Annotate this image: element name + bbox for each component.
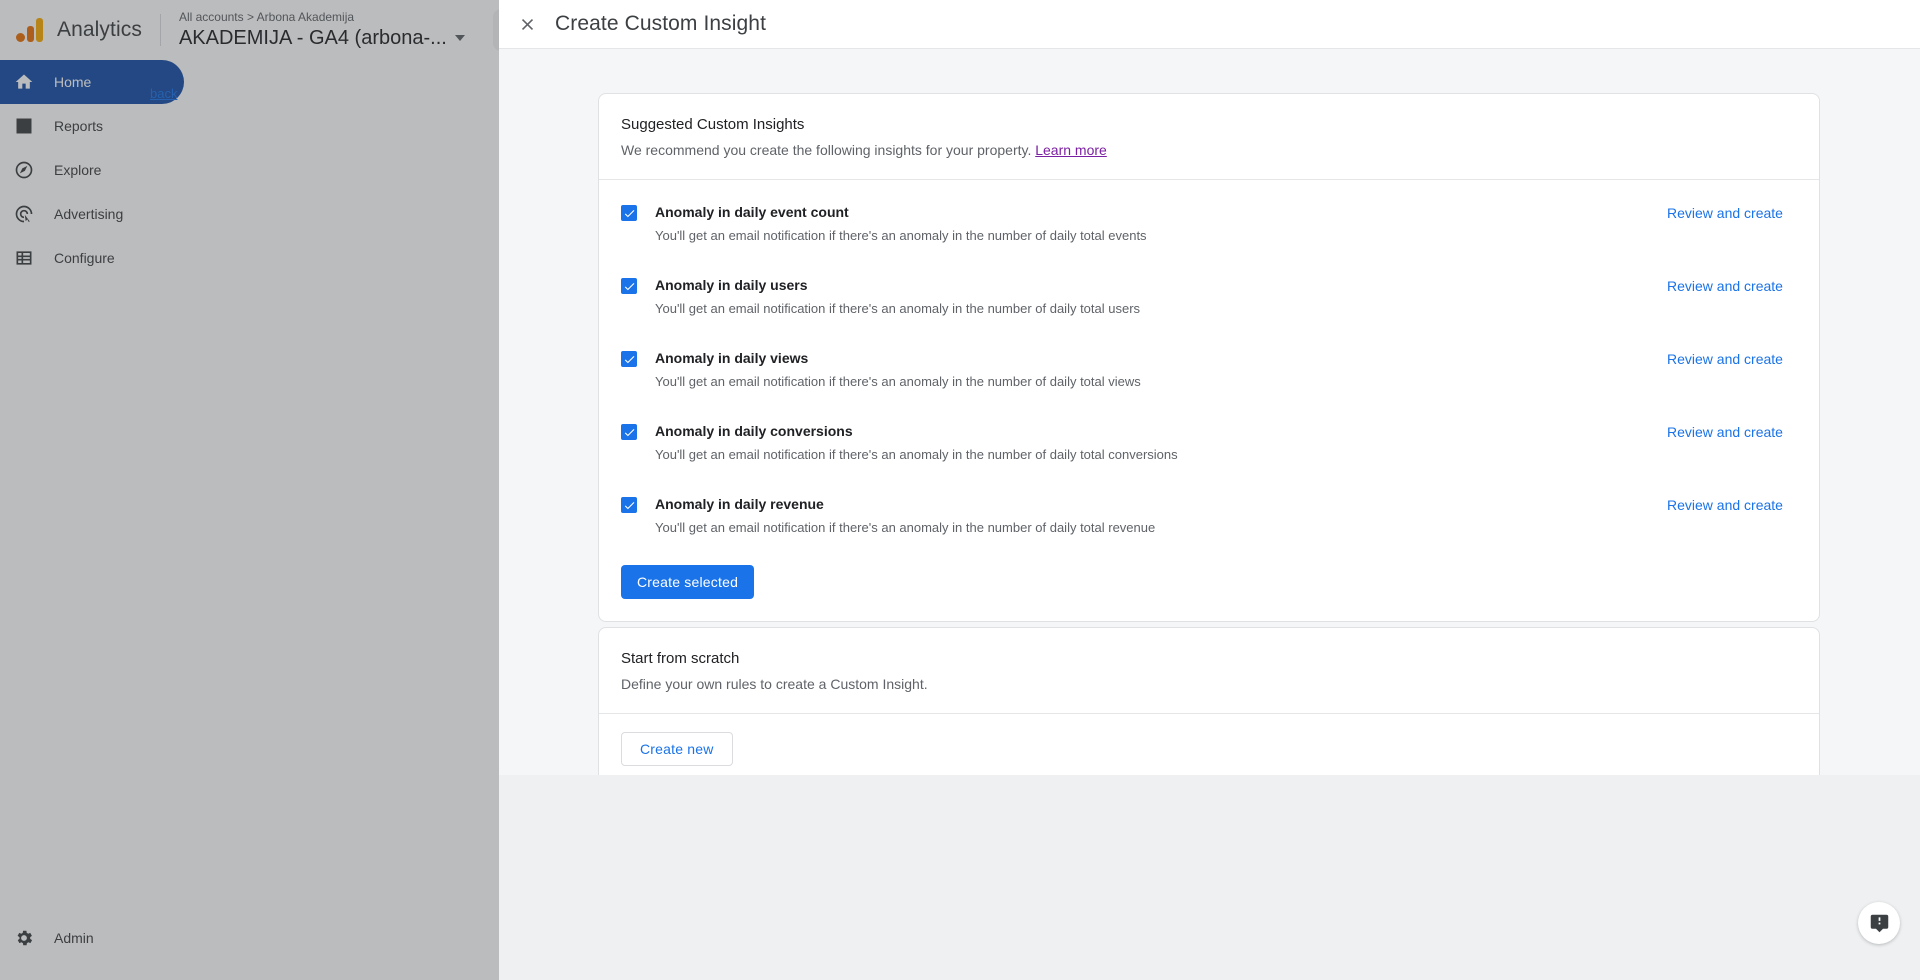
insight-title: Anomaly in daily conversions <box>655 423 853 439</box>
insight-texts: Anomaly in daily users You'll get an ema… <box>655 275 1643 319</box>
suggested-description: We recommend you create the following in… <box>621 139 1797 161</box>
insight-description: You'll get an email notification if ther… <box>655 301 1141 316</box>
insight-description: You'll get an email notification if ther… <box>655 374 1141 389</box>
insight-description: You'll get an email notification if ther… <box>655 520 1156 535</box>
insight-title: Anomaly in daily users <box>655 277 808 293</box>
insight-checkbox[interactable] <box>621 351 637 367</box>
scratch-card-actions: Create new <box>599 714 1819 786</box>
create-selected-button[interactable]: Create selected <box>621 565 755 599</box>
list-item: Anomaly in daily event count You'll get … <box>599 192 1819 265</box>
scratch-card-header: Start from scratch Define your own rules… <box>599 628 1819 714</box>
suggested-insights-card: Suggested Custom Insights We recommend y… <box>598 93 1820 622</box>
review-and-create-link[interactable]: Review and create <box>1667 278 1797 294</box>
list-item: Anomaly in daily views You'll get an ema… <box>599 338 1819 411</box>
start-from-scratch-card: Start from scratch Define your own rules… <box>598 627 1820 787</box>
modal-body: Suggested Custom Insights We recommend y… <box>499 49 1920 980</box>
learn-more-link[interactable]: Learn more <box>1035 142 1107 158</box>
create-new-button[interactable]: Create new <box>621 732 733 766</box>
insight-texts: Anomaly in daily views You'll get an ema… <box>655 348 1643 392</box>
insight-texts: Anomaly in daily event count You'll get … <box>655 202 1643 246</box>
suggested-heading: Suggested Custom Insights <box>621 116 805 133</box>
suggested-card-header: Suggested Custom Insights We recommend y… <box>599 94 1819 180</box>
review-and-create-link[interactable]: Review and create <box>1667 424 1797 440</box>
scratch-heading: Start from scratch <box>621 650 740 667</box>
review-and-create-link[interactable]: Review and create <box>1667 497 1797 513</box>
create-custom-insight-modal: Create Custom Insight Suggested Custom I… <box>499 0 1920 980</box>
insight-title: Anomaly in daily event count <box>655 204 849 220</box>
insight-checkbox[interactable] <box>621 497 637 513</box>
suggested-description-text: We recommend you create the following in… <box>621 142 1032 158</box>
insight-checkbox[interactable] <box>621 424 637 440</box>
list-item: Anomaly in daily users You'll get an ema… <box>599 265 1819 338</box>
insight-title: Anomaly in daily revenue <box>655 496 824 512</box>
review-and-create-link[interactable]: Review and create <box>1667 205 1797 221</box>
insight-rows: Anomaly in daily event count You'll get … <box>599 180 1819 557</box>
scratch-description: Define your own rules to create a Custom… <box>621 676 928 692</box>
list-item: Anomaly in daily conversions You'll get … <box>599 411 1819 484</box>
insight-description: You'll get an email notification if ther… <box>655 228 1147 243</box>
close-icon[interactable] <box>515 12 539 36</box>
insight-checkbox[interactable] <box>621 205 637 221</box>
modal-header: Create Custom Insight <box>499 0 1920 49</box>
insight-checkbox[interactable] <box>621 278 637 294</box>
insight-texts: Anomaly in daily revenue You'll get an e… <box>655 494 1643 538</box>
page-title: Create Custom Insight <box>555 12 767 35</box>
insight-texts: Anomaly in daily conversions You'll get … <box>655 421 1643 465</box>
suggested-card-actions: Create selected <box>599 557 1819 621</box>
insight-description: You'll get an email notification if ther… <box>655 447 1178 462</box>
list-item: Anomaly in daily revenue You'll get an e… <box>599 484 1819 557</box>
insight-title: Anomaly in daily views <box>655 350 809 366</box>
feedback-icon[interactable] <box>1858 902 1900 944</box>
review-and-create-link[interactable]: Review and create <box>1667 351 1797 367</box>
